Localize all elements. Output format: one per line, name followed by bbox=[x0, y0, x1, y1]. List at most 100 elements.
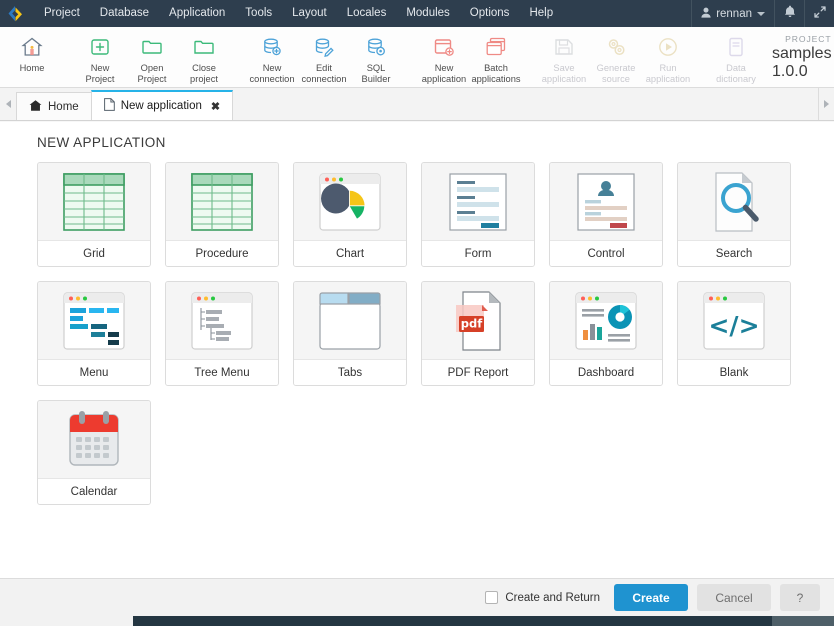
new-application-icon bbox=[432, 34, 456, 60]
new-project-icon bbox=[88, 34, 112, 60]
control-user-form-icon bbox=[550, 163, 662, 240]
scriptcase-chevron-logo[interactable] bbox=[0, 0, 30, 27]
tab-new-application[interactable]: New application ✖ bbox=[90, 90, 234, 120]
toolbar-home-label: Home bbox=[19, 63, 45, 73]
search-document-icon bbox=[678, 163, 790, 240]
dashboard-icon bbox=[550, 282, 662, 359]
code-blank-icon: </> bbox=[678, 282, 790, 359]
toolbar-group-build: Save application Generate source Run app… bbox=[532, 27, 700, 87]
create-button[interactable]: Create bbox=[614, 584, 688, 611]
grid-table-icon bbox=[38, 163, 150, 240]
app-card-dashboard[interactable]: Dashboard bbox=[549, 281, 663, 386]
fullscreen-button[interactable] bbox=[804, 0, 834, 27]
toolbar-save-application-button: Save application bbox=[538, 27, 590, 87]
chevron-down-icon bbox=[757, 11, 765, 16]
app-card-pdf-report[interactable]: pdf PDF Report bbox=[421, 281, 535, 386]
toolbar-batch-applications-button[interactable]: Batch applications bbox=[470, 27, 522, 87]
menu-item-locales[interactable]: Locales bbox=[337, 0, 397, 27]
toolbar-edit-connection-label: Edit connection bbox=[301, 63, 347, 84]
toolbar-new-project-button[interactable]: New Project bbox=[74, 27, 126, 87]
app-card-blank-label: Blank bbox=[678, 359, 790, 385]
user-menu[interactable]: rennan bbox=[691, 0, 774, 27]
close-folder-icon bbox=[192, 34, 216, 60]
toolbar-sql-builder-label: SQL Builder bbox=[361, 63, 391, 84]
tab-scroll-left-button[interactable] bbox=[0, 87, 16, 120]
tab-scroll-right-button[interactable] bbox=[818, 87, 834, 120]
app-card-calendar[interactable]: Calendar bbox=[37, 400, 151, 505]
create-and-return-label: Create and Return bbox=[505, 591, 600, 604]
app-card-chart-label: Chart bbox=[294, 240, 406, 266]
close-icon[interactable]: ✖ bbox=[211, 100, 220, 113]
sql-builder-icon bbox=[364, 34, 388, 60]
toolbar-edit-connection-button[interactable]: Edit connection bbox=[298, 27, 350, 87]
app-card-blank[interactable]: </> Blank bbox=[677, 281, 791, 386]
cancel-button[interactable]: Cancel bbox=[697, 584, 771, 611]
tab-home[interactable]: Home bbox=[16, 92, 92, 120]
create-and-return-checkbox-wrapper[interactable]: Create and Return bbox=[485, 591, 600, 604]
toolbar-close-project-button[interactable]: Close project bbox=[178, 27, 230, 87]
toolbar-group-connection: New connection Edit connection SQL Build… bbox=[240, 27, 408, 87]
menu-item-help[interactable]: Help bbox=[519, 0, 563, 27]
menu-item-application[interactable]: Application bbox=[159, 0, 235, 27]
notifications-button[interactable] bbox=[774, 0, 804, 27]
create-and-return-checkbox[interactable] bbox=[485, 591, 499, 604]
app-card-tree-menu[interactable]: Tree Menu bbox=[165, 281, 279, 386]
menu-item-tools[interactable]: Tools bbox=[235, 0, 282, 27]
app-card-grid[interactable]: Grid bbox=[37, 162, 151, 267]
toolbar-group-home: Home bbox=[0, 27, 64, 87]
toolbar-save-application-label: Save application bbox=[541, 63, 587, 84]
menu-item-options[interactable]: Options bbox=[460, 0, 520, 27]
menu-item-project[interactable]: Project bbox=[34, 0, 90, 27]
tab-new-application-label: New application bbox=[120, 100, 202, 112]
app-card-menu[interactable]: Menu bbox=[37, 281, 151, 386]
app-card-search[interactable]: Search bbox=[677, 162, 791, 267]
svg-text:</>: </> bbox=[708, 311, 759, 340]
app-card-menu-label: Menu bbox=[38, 359, 150, 385]
menu-bar-right: rennan bbox=[691, 0, 834, 27]
toolbar-new-application-label: New application bbox=[421, 63, 467, 84]
toolbar-run-application-label: Run application bbox=[645, 63, 691, 84]
chevron-right-icon bbox=[824, 99, 829, 108]
play-icon bbox=[656, 34, 680, 60]
menu-item-layout[interactable]: Layout bbox=[282, 0, 337, 27]
save-icon bbox=[552, 34, 576, 60]
bell-icon bbox=[784, 5, 796, 23]
footer-action-bar: Create and Return Create Cancel ? bbox=[0, 578, 834, 616]
app-card-form[interactable]: Form bbox=[421, 162, 535, 267]
toolbar-open-project-button[interactable]: Open Project bbox=[126, 27, 178, 87]
app-card-form-label: Form bbox=[422, 240, 534, 266]
toolbar-generate-source-label: Generate source bbox=[596, 63, 636, 84]
help-button[interactable]: ? bbox=[780, 584, 820, 611]
app-card-tabs[interactable]: Tabs bbox=[293, 281, 407, 386]
svg-text:pdf: pdf bbox=[461, 316, 483, 330]
project-info: PROJECT samples 1.0.0 bbox=[768, 27, 834, 87]
app-card-tree-menu-label: Tree Menu bbox=[166, 359, 278, 385]
menu-item-database[interactable]: Database bbox=[90, 0, 159, 27]
project-kicker-label: PROJECT bbox=[785, 33, 832, 44]
toolbar-data-dictionary-label: Data dictionary bbox=[716, 63, 756, 84]
menu-bar-items: Project Database Application Tools Layou… bbox=[34, 0, 563, 27]
app-card-procedure[interactable]: Procedure bbox=[165, 162, 279, 267]
toolbar-new-connection-button[interactable]: New connection bbox=[246, 27, 298, 87]
chevron-left-icon bbox=[5, 99, 11, 108]
toolbar-group-project: New Project Open Project Close project bbox=[68, 27, 236, 87]
page-title: NEW APPLICATION bbox=[37, 135, 166, 150]
open-folder-icon bbox=[140, 34, 164, 60]
app-card-grid-label: Grid bbox=[38, 240, 150, 266]
menu-blocks-icon bbox=[38, 282, 150, 359]
toolbar-new-application-button[interactable]: New application bbox=[418, 27, 470, 87]
menu-item-modules[interactable]: Modules bbox=[396, 0, 459, 27]
user-icon bbox=[701, 7, 711, 21]
app-card-control[interactable]: Control bbox=[549, 162, 663, 267]
edit-database-icon bbox=[312, 34, 336, 60]
menu-bar: Project Database Application Tools Layou… bbox=[0, 0, 834, 27]
app-card-control-label: Control bbox=[550, 240, 662, 266]
toolbar-sql-builder-button[interactable]: SQL Builder bbox=[350, 27, 402, 87]
app-card-tabs-label: Tabs bbox=[294, 359, 406, 385]
app-card-dashboard-label: Dashboard bbox=[550, 359, 662, 385]
expand-arrows-icon bbox=[813, 5, 826, 23]
toolbar-run-application-button: Run application bbox=[642, 27, 694, 87]
app-card-chart[interactable]: Chart bbox=[293, 162, 407, 267]
tabs-icon bbox=[294, 282, 406, 359]
toolbar-home-button[interactable]: Home bbox=[6, 27, 58, 87]
